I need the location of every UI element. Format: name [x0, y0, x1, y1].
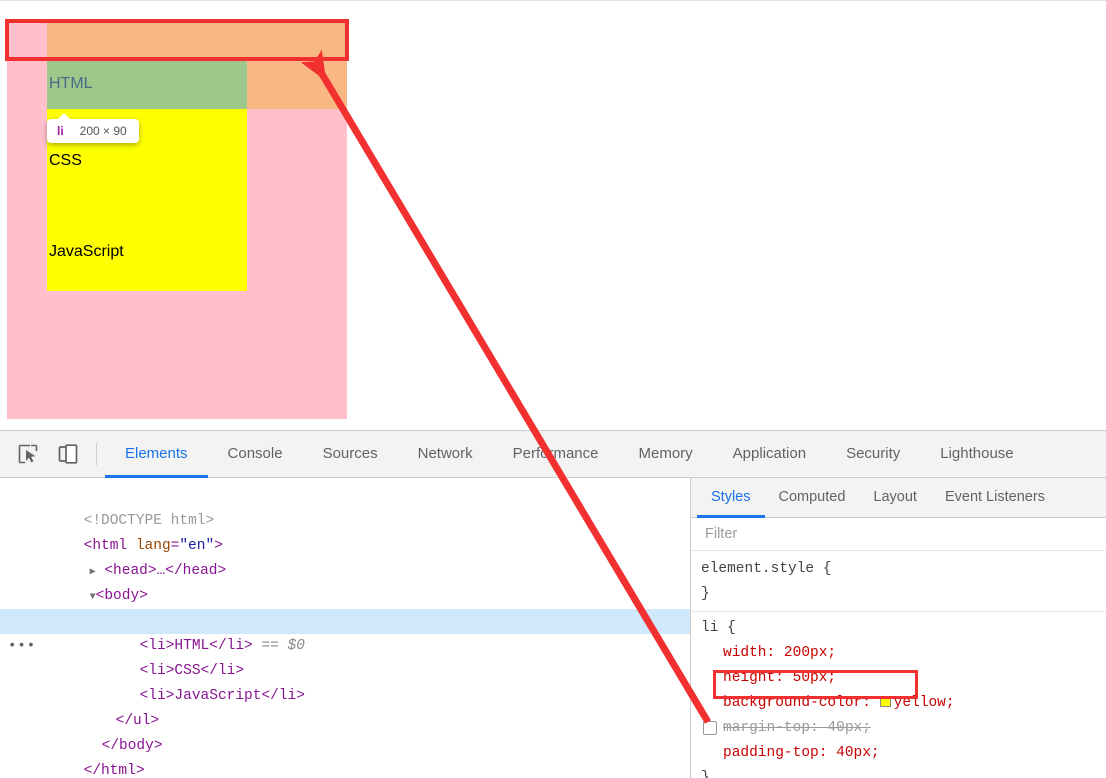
devtools-body: <!DOCTYPE html> <html lang="en"> ▶ <head…	[0, 478, 1106, 778]
dom-row-li-css[interactable]: <li>CSS</li>	[0, 634, 690, 679]
tab-lighthouse[interactable]: Lighthouse	[920, 432, 1033, 478]
li-close-brace: }	[701, 770, 710, 778]
css-rule-element-style[interactable]: element.style { }	[691, 557, 1106, 607]
element-inspect-tooltip: li 200 × 90	[47, 113, 139, 143]
property-name-margin-top: margin-top	[723, 720, 811, 736]
dom-row-doctype[interactable]: <!DOCTYPE html>	[0, 484, 690, 529]
annotation-red-rectangle-margin	[5, 19, 349, 61]
toolbar-divider	[96, 443, 97, 465]
tab-computed[interactable]: Computed	[765, 479, 860, 518]
dom-row-body-close[interactable]: </body>	[0, 709, 690, 754]
property-value-width: 200px;	[783, 645, 837, 661]
declaration-height[interactable]: height: 50px;	[701, 666, 1106, 691]
list-item-css: CSS	[49, 152, 82, 169]
declaration-enable-checkbox[interactable]	[703, 721, 717, 735]
declaration-padding-top[interactable]: padding-top: 40px;	[701, 741, 1106, 766]
list-item-javascript: JavaScript	[49, 243, 124, 260]
tab-memory[interactable]: Memory	[619, 432, 713, 478]
property-name-width: width	[723, 645, 767, 661]
devtools-tab-bar: Elements Console Sources Network Perform…	[105, 431, 1034, 478]
tooltip-tag-name: li	[57, 124, 64, 138]
tab-layout[interactable]: Layout	[859, 479, 931, 518]
css-rules-list: element.style { } li { width: 200px; hei…	[691, 551, 1106, 778]
property-value-background-color: yellow;	[893, 695, 955, 711]
color-swatch-yellow-icon[interactable]	[879, 696, 891, 707]
tab-event-listeners[interactable]: Event Listeners	[931, 479, 1059, 518]
property-value-height: 50px;	[792, 670, 837, 686]
declaration-margin-top[interactable]: margin-top: 40px;	[701, 716, 1106, 741]
property-name-height: height	[723, 670, 776, 686]
css-rule-li[interactable]: li { width: 200px; height: 50px; backgro…	[691, 611, 1106, 778]
dom-row-html-close[interactable]: </html>	[0, 734, 690, 778]
li-selector: li {	[701, 620, 736, 636]
tab-elements[interactable]: Elements	[105, 432, 208, 478]
inspect-element-icon[interactable]	[8, 431, 48, 477]
tab-styles[interactable]: Styles	[697, 479, 765, 518]
property-name-background-color: background-color	[723, 695, 863, 711]
tab-sources[interactable]: Sources	[303, 432, 398, 478]
dom-row-body-open[interactable]: ▼<body>	[0, 559, 690, 604]
tab-application[interactable]: Application	[713, 432, 826, 478]
property-value-margin-top: 40px;	[827, 720, 871, 736]
dom-row-ul-close[interactable]: </ul>	[0, 684, 690, 729]
declaration-background-color[interactable]: background-color: yellow;	[701, 691, 1106, 716]
styles-filter-row[interactable]	[691, 518, 1106, 551]
dom-row-ul-open[interactable]: ▼<ul>	[0, 584, 690, 629]
devtools-toolbar: Elements Console Sources Network Perform…	[0, 431, 1106, 478]
tooltip-dimensions: 200 × 90	[79, 124, 127, 138]
dom-row-li-js[interactable]: <li>JavaScript</li>	[0, 659, 690, 704]
tab-security[interactable]: Security	[826, 432, 920, 478]
tab-console[interactable]: Console	[208, 432, 303, 478]
property-name-padding-top: padding-top	[723, 745, 819, 761]
dom-row-head[interactable]: ▶ <head>…</head>	[0, 534, 690, 579]
browser-page-viewport: HTML CSS JavaScript li 200 × 90	[0, 0, 1106, 430]
device-toolbar-icon[interactable]	[48, 431, 88, 477]
list-item-html: HTML	[47, 59, 247, 109]
tab-network[interactable]: Network	[398, 432, 493, 478]
dom-row-html-open[interactable]: <html lang="en">	[0, 509, 690, 554]
devtools-panel: Elements Console Sources Network Perform…	[0, 430, 1106, 778]
styles-filter-input[interactable]	[703, 525, 1082, 543]
styles-tab-bar: Styles Computed Layout Event Listeners	[691, 478, 1106, 518]
html-close-tag: </html>	[83, 763, 145, 778]
property-value-padding-top: 40px;	[836, 745, 880, 761]
tab-performance[interactable]: Performance	[493, 432, 619, 478]
dom-tree-panel[interactable]: <!DOCTYPE html> <html lang="en"> ▶ <head…	[0, 478, 690, 778]
declaration-width[interactable]: width: 200px;	[701, 641, 1106, 666]
styles-sidebar: Styles Computed Layout Event Listeners e…	[690, 478, 1106, 778]
dom-row-li-html[interactable]: ••• <li>HTML</li> == $0	[0, 609, 690, 654]
element-style-selector: element.style {	[701, 561, 832, 577]
element-style-close-brace: }	[701, 586, 710, 602]
